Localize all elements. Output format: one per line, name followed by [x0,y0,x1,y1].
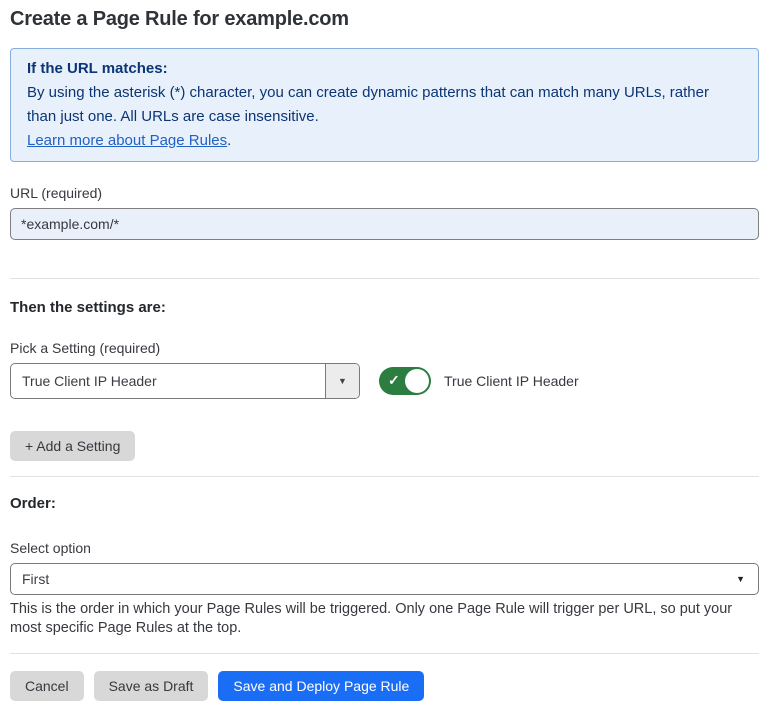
link-suffix: . [227,132,231,149]
order-select-label: Select option [10,539,759,557]
divider [10,653,759,654]
chevron-down-icon: ▼ [338,376,347,386]
url-match-info-box: If the URL matches: By using the asteris… [10,48,759,162]
cancel-button[interactable]: Cancel [10,671,84,701]
setting-select-arrow[interactable]: ▼ [325,364,359,398]
setting-row: True Client IP Header ▼ ✓ True Client IP… [10,363,759,399]
save-and-deploy-button[interactable]: Save and Deploy Page Rule [218,671,424,701]
check-icon: ✓ [388,372,400,389]
pick-setting-label: Pick a Setting (required) [10,339,759,357]
setting-select[interactable]: True Client IP Header ▼ [10,363,360,399]
toggle-knob [405,369,429,393]
url-field-label: URL (required) [10,184,759,202]
add-setting-button[interactable]: + Add a Setting [10,431,135,461]
divider [10,476,759,477]
save-as-draft-button[interactable]: Save as Draft [94,671,209,701]
settings-section-heading: Then the settings are: [10,299,759,317]
learn-more-link[interactable]: Learn more about Page Rules [27,132,227,149]
divider [10,278,759,279]
url-input[interactable] [10,208,759,240]
order-select[interactable]: First ▼ [10,563,759,595]
true-client-ip-toggle[interactable]: ✓ [379,367,431,395]
order-help-text: This is the order in which your Page Rul… [10,600,759,637]
info-box-link-line: Learn more about Page Rules. [27,129,742,153]
order-select-value: First [22,571,736,587]
info-box-body: By using the asterisk (*) character, you… [27,81,742,129]
setting-select-value: True Client IP Header [11,364,325,398]
chevron-down-icon: ▼ [736,574,745,584]
order-section-heading: Order: [10,495,759,513]
footer-actions: Cancel Save as Draft Save and Deploy Pag… [10,671,759,701]
page-title: Create a Page Rule for example.com [10,6,759,32]
toggle-label: True Client IP Header [444,373,579,389]
info-box-heading: If the URL matches: [27,57,742,81]
